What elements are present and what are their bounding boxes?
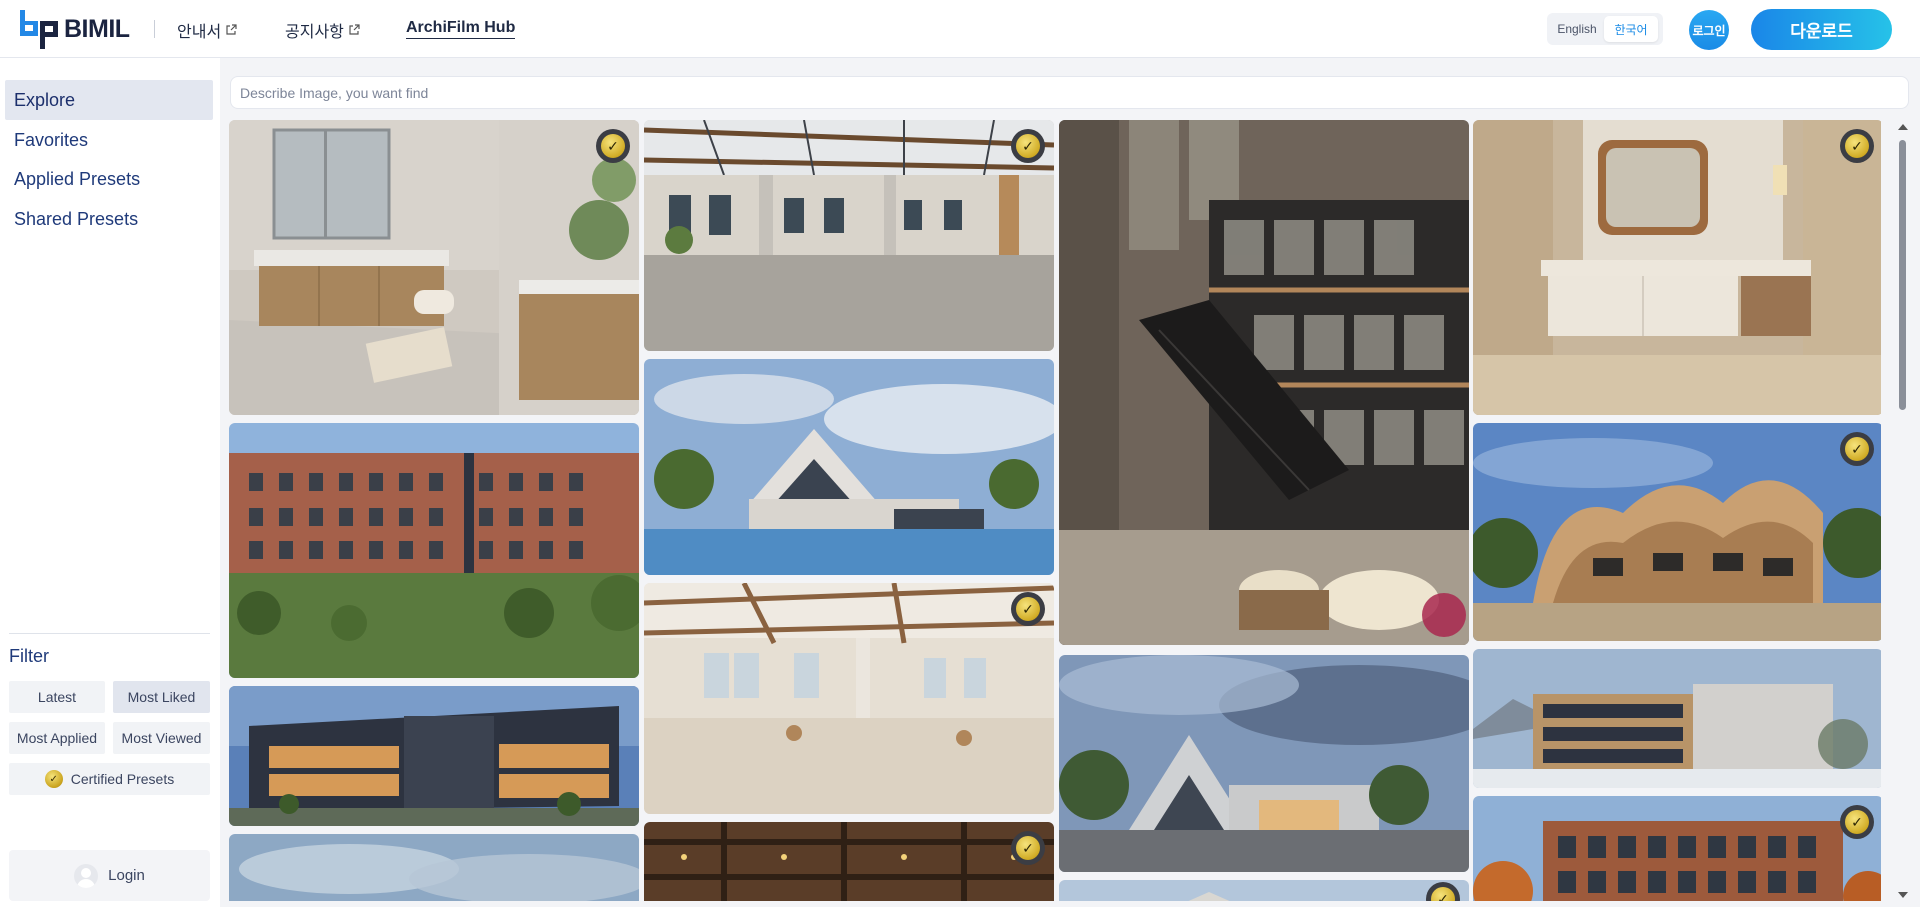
filter-latest-button[interactable]: Latest xyxy=(9,681,105,713)
external-link-icon xyxy=(349,24,360,35)
lang-korean-button[interactable]: 한국어 xyxy=(1604,16,1658,42)
nav-notice-label: 공지사항 xyxy=(285,24,344,41)
download-button[interactable]: 다운로드 xyxy=(1751,9,1892,50)
top-header: BIMIL 안내서 공지사항 ArchiFilm Hub English 한국어… xyxy=(0,0,1920,58)
user-avatar-icon xyxy=(74,863,99,888)
certified-badge-icon: ✓ xyxy=(1011,129,1045,163)
filter-most-applied-button[interactable]: Most Applied xyxy=(9,722,105,754)
brick-office-autumn-image xyxy=(1473,796,1881,901)
certified-badge-icon: ✓ xyxy=(1011,831,1045,865)
filter-divider xyxy=(9,633,210,634)
logo-text: BIMIL xyxy=(64,14,130,43)
lakeside-house-image xyxy=(644,359,1054,575)
certified-badge-icon: ✓ xyxy=(1840,129,1874,163)
sidebar-login-button[interactable]: Login xyxy=(9,850,210,901)
industrial-loft-image xyxy=(644,120,1054,351)
nav-archifilm-hub[interactable]: ArchiFilm Hub xyxy=(406,19,516,39)
cloudy-sky-image xyxy=(229,834,639,901)
brick-apartment-image xyxy=(229,423,639,678)
certified-badge-icon: ✓ xyxy=(1840,805,1874,839)
timber-warehouse-image xyxy=(644,822,1054,901)
gallery-tile[interactable]: ✓ xyxy=(1473,796,1881,901)
gallery-tile[interactable] xyxy=(1473,649,1881,788)
gallery-tile[interactable]: ✓ xyxy=(644,120,1054,351)
scroll-down-arrow-icon[interactable] xyxy=(1898,892,1908,898)
gallery-tile[interactable] xyxy=(1059,120,1469,645)
loft-cafe-image xyxy=(644,583,1054,814)
sidebar-item-applied-presets[interactable]: Applied Presets xyxy=(5,159,213,199)
gallery-tile[interactable]: ✓ xyxy=(1473,120,1881,415)
gallery-tile[interactable] xyxy=(229,686,639,826)
gallery-tile[interactable]: ✓ xyxy=(644,822,1054,901)
certified-badge-icon: ✓ xyxy=(596,129,630,163)
filter-title: Filter xyxy=(9,646,49,666)
header-divider xyxy=(154,20,155,38)
certified-coin-icon: ✓ xyxy=(44,770,63,788)
bp-logo-icon xyxy=(20,10,58,49)
filter-most-liked-button[interactable]: Most Liked xyxy=(113,681,210,713)
gallery-tile[interactable] xyxy=(644,359,1054,575)
snowy-campus-image xyxy=(1473,649,1881,788)
filter-certified-presets-button[interactable]: ✓ Certified Presets xyxy=(9,763,210,795)
gallery-tile[interactable]: ✓ xyxy=(1473,423,1881,641)
sidebar-item-shared-presets[interactable]: Shared Presets xyxy=(5,199,213,239)
gallery-tile[interactable] xyxy=(229,834,639,901)
gabled-house-dusk-image xyxy=(1059,655,1469,872)
gallery-grid: ✓ ✓ ✓ ✓ ✓ ✓ ✓ ✓ xyxy=(229,120,1881,901)
sidebar-login-label: Login xyxy=(108,867,145,884)
nav-guide-link[interactable]: 안내서 xyxy=(177,18,237,42)
certified-badge-icon: ✓ xyxy=(1011,592,1045,626)
glass-office-dusk-image xyxy=(229,686,639,826)
gallery-tile[interactable]: ✓ xyxy=(1059,880,1469,901)
organic-wave-building-image xyxy=(1473,423,1881,641)
partial-tile-image xyxy=(1059,880,1469,901)
scrollbar-thumb[interactable] xyxy=(1899,140,1906,410)
nav-notice-link[interactable]: 공지사항 xyxy=(285,18,360,42)
language-toggle: English 한국어 xyxy=(1547,13,1663,45)
atrium-staircase-image xyxy=(1059,120,1469,645)
scroll-up-arrow-icon[interactable] xyxy=(1898,124,1908,130)
sidebar-item-explore[interactable]: Explore xyxy=(5,80,213,120)
sidebar: Explore Favorites Applied Presets Shared… xyxy=(0,58,220,907)
gallery-tile[interactable] xyxy=(1059,655,1469,872)
gallery-tile[interactable] xyxy=(229,423,639,678)
gallery-tile[interactable]: ✓ xyxy=(644,583,1054,814)
image-search-input[interactable]: Describe Image, you want find xyxy=(230,76,1909,109)
lang-english-button[interactable]: English xyxy=(1550,16,1604,42)
header-login-button[interactable]: 로그인 xyxy=(1689,10,1729,50)
nav-guide-label: 안내서 xyxy=(177,24,222,41)
filter-certified-label: Certified Presets xyxy=(70,771,175,787)
vanity-bathroom-image xyxy=(1473,120,1881,415)
filter-most-viewed-button[interactable]: Most Viewed xyxy=(113,722,210,754)
external-link-icon xyxy=(226,24,237,35)
certified-badge-icon: ✓ xyxy=(1840,432,1874,466)
bathroom-interior-image xyxy=(229,120,639,415)
sidebar-item-favorites[interactable]: Favorites xyxy=(5,120,213,160)
gallery-tile[interactable]: ✓ xyxy=(229,120,639,415)
bimil-logo[interactable]: BIMIL xyxy=(18,8,130,50)
